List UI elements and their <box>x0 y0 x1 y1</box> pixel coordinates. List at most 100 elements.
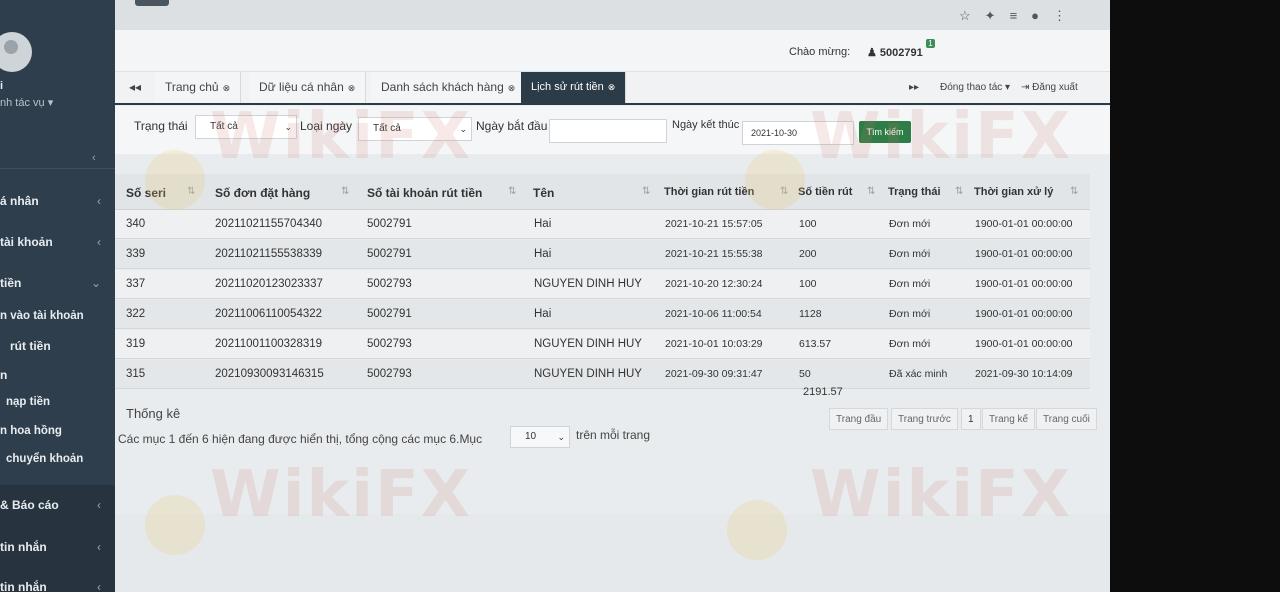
notification-badge: 1 <box>926 39 935 48</box>
cell-account: 5002791 <box>367 308 412 320</box>
withdrawal-table: Số seri ⇅ Số đơn đặt hàng ⇅ Số tài khoản… <box>115 154 1110 514</box>
search-button[interactable]: Tìm kiếm <box>859 121 911 143</box>
cell-process-time: 2021-09-30 10:14:09 <box>975 368 1073 380</box>
column-header[interactable]: Thời gian rút tiền <box>664 186 754 198</box>
sort-icon[interactable]: ⇅ <box>867 186 875 197</box>
current-page-button[interactable]: 1 <box>961 408 981 430</box>
sidebar-item-deposit-to-account[interactable]: n vào tài khoản <box>0 310 115 322</box>
close-icon[interactable]: ⊗ <box>608 82 616 92</box>
column-header[interactable]: Trạng thái <box>888 186 941 198</box>
table-row[interactable]: 315 20210930093146315 5002793 NGUYEN DIN… <box>115 360 1090 389</box>
sidebar-item-withdraw[interactable]: rút tiền <box>0 339 115 353</box>
status-filter-select[interactable]: Tất cả ⌄ <box>195 115 297 139</box>
cell-status: Đơn mới <box>889 218 931 230</box>
sidebar-item-money[interactable]: tiền ⌄ <box>0 276 115 290</box>
date-type-select[interactable]: Tất cả ⌄ <box>358 117 472 141</box>
screen-bezel <box>1110 0 1280 592</box>
sort-icon[interactable]: ⇅ <box>642 186 650 197</box>
sidebar-item-label: & Báo cáo <box>0 498 59 512</box>
column-header[interactable]: Thời gian xử lý <box>974 186 1053 198</box>
cell-process-time: 1900-01-01 00:00:00 <box>975 248 1073 260</box>
close-icon[interactable]: ⊗ <box>508 83 516 93</box>
close-icon[interactable]: ⊗ <box>348 83 356 93</box>
sidebar-item-personal[interactable]: á nhân ‹ <box>0 194 115 208</box>
sidebar-item-label: n <box>0 368 8 382</box>
start-date-input[interactable] <box>549 119 667 143</box>
cell-process-time: 1900-01-01 00:00:00 <box>975 278 1073 290</box>
page-size-select[interactable]: 10 ⌄ <box>510 426 570 448</box>
sidebar-item-n[interactable]: n <box>0 368 115 382</box>
cell-amount: 100 <box>799 218 817 230</box>
sidebar-item-reports[interactable]: & Báo cáo ‹ <box>0 498 115 512</box>
tab-customer-list[interactable]: Danh sách khách hàng ⊗ <box>371 72 527 103</box>
tab-personal-data[interactable]: Dữ liệu cá nhân ⊗ <box>249 72 367 103</box>
logout-button[interactable]: ⇥ Đăng xuất <box>1021 72 1078 103</box>
sidebar-item-account[interactable]: tài khoản ‹ <box>0 235 115 249</box>
sort-icon[interactable]: ⇅ <box>1070 186 1078 197</box>
chevron-left-icon: ‹ <box>97 498 101 512</box>
sort-icon[interactable]: ⇅ <box>187 186 195 197</box>
column-header[interactable]: Số tiền rút <box>798 186 852 198</box>
status-filter-label: Trạng thái <box>134 119 188 133</box>
table-row[interactable]: 339 20211021155538339 5002791 Hai 2021-1… <box>115 240 1090 269</box>
sidebar-item-label: tiền <box>0 276 22 290</box>
cell-withdraw-time: 2021-10-01 10:03:29 <box>665 338 763 350</box>
cell-withdraw-time: 2021-10-21 15:57:05 <box>665 218 763 230</box>
user-id-value: 5002791 <box>879 47 923 59</box>
cell-account: 5002791 <box>367 248 412 260</box>
sidebar-collapse-icon[interactable]: ‹ <box>92 152 96 164</box>
cell-serial: 337 <box>126 278 146 290</box>
total-amount: 2191.57 <box>803 386 843 398</box>
sidebar-item-deposit[interactable]: nạp tiền <box>0 396 115 408</box>
chevron-left-icon: ‹ <box>97 540 101 554</box>
cell-order-number: 20210930093146315 <box>215 368 324 380</box>
close-icon[interactable]: ⊗ <box>223 83 231 93</box>
sidebar-item-messages[interactable]: tin nhắn ‹ <box>0 540 115 554</box>
sidebar-item-transfer[interactable]: chuyển khoản <box>0 453 115 465</box>
select-value: Tất cả <box>210 121 238 132</box>
chevron-down-icon: ⌄ <box>90 276 101 290</box>
column-header[interactable]: Số tài khoản rút tiền <box>367 186 482 200</box>
main-panel: ☆✦≡●⋮ Chào mừng: ♟ 5002791 1 ◂◂ Trang ch… <box>115 0 1110 592</box>
sort-icon[interactable]: ⇅ <box>780 186 788 197</box>
browser-extension-icons[interactable]: ☆✦≡●⋮ <box>959 8 1080 24</box>
tab-scroll-right-icon[interactable]: ▸▸ <box>909 72 919 103</box>
sort-icon[interactable]: ⇅ <box>341 186 349 197</box>
tab-label: Trang chủ <box>165 80 219 94</box>
close-operations-button[interactable]: Đóng thao tác ▾ <box>940 72 1010 103</box>
cell-serial: 319 <box>126 338 146 350</box>
first-page-button[interactable]: Trang đầu <box>829 408 889 430</box>
sort-icon[interactable]: ⇅ <box>955 186 963 197</box>
date-type-label: Loại ngày <box>300 119 353 133</box>
tab-home[interactable]: Trang chủ ⊗ <box>155 72 242 103</box>
cell-serial: 315 <box>126 368 146 380</box>
column-header[interactable]: Số đơn đặt hàng <box>215 186 310 200</box>
cell-name: Hai <box>534 248 552 260</box>
column-header[interactable]: Số seri <box>126 186 166 200</box>
tab-label: Dữ liệu cá nhân <box>259 80 344 94</box>
table-row[interactable]: 322 20211006110054322 5002791 Hai 2021-1… <box>115 300 1090 329</box>
tab-scroll-left-icon[interactable]: ◂◂ <box>129 72 141 103</box>
last-page-button[interactable]: Trang cuối <box>1036 408 1097 430</box>
column-header[interactable]: Tên <box>533 186 554 200</box>
table-row[interactable]: 340 20211021155704340 5002791 Hai 2021-1… <box>115 210 1090 239</box>
top-bar: Chào mừng: ♟ 5002791 1 <box>115 30 1110 72</box>
cell-name: Hai <box>534 218 552 230</box>
cell-amount: 613.57 <box>799 338 832 350</box>
end-date-input[interactable]: 2021-10-30 <box>742 121 854 145</box>
cell-amount: 50 <box>799 368 811 380</box>
next-page-button[interactable]: Trang kế <box>982 408 1036 430</box>
sidebar-item-commission[interactable]: n hoa hồng <box>0 425 115 437</box>
cell-order-number: 20211021155704340 <box>215 218 323 230</box>
prev-page-button[interactable]: Trang trước <box>891 408 958 430</box>
sidebar-item-messages-2[interactable]: tin nhắn ‹ <box>0 580 115 592</box>
table-row[interactable]: 319 20211001100328319 5002793 NGUYEN DIN… <box>115 330 1090 359</box>
cell-amount: 200 <box>799 248 817 260</box>
user-id[interactable]: ♟ 5002791 1 <box>867 39 935 59</box>
table-row[interactable]: 337 20211020123023337 5002793 NGUYEN DIN… <box>115 270 1090 299</box>
tab-withdrawal-history[interactable]: Lịch sử rút tiền ⊗ <box>521 72 627 103</box>
sidebar-actions-menu[interactable]: nh tác vụ ▾ <box>0 96 53 109</box>
sort-icon[interactable]: ⇅ <box>508 186 516 197</box>
select-value: Tất cả <box>373 123 401 134</box>
user-icon: ♟ <box>867 47 880 59</box>
